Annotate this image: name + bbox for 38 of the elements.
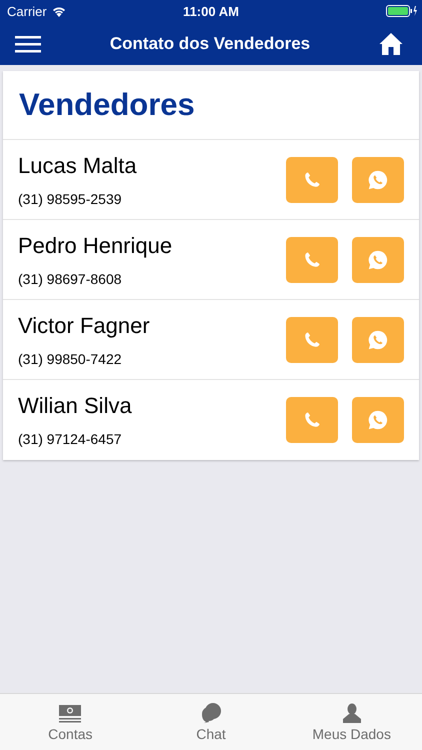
carrier-label: Carrier (7, 4, 47, 18)
call-button[interactable] (286, 397, 338, 443)
seller-name: Victor Fagner (18, 312, 151, 338)
phone-icon (303, 330, 321, 348)
phone-number: (31) 99850-7422 (18, 350, 123, 366)
phone-number: (31) 98595-2539 (18, 190, 123, 206)
call-button[interactable] (286, 156, 338, 202)
phone-number: (31) 98697-8608 (18, 270, 123, 286)
whatsapp-button[interactable] (352, 236, 404, 282)
phone-number: (31) 97124-6457 (18, 431, 123, 447)
menu-icon[interactable] (15, 34, 41, 52)
whatsapp-icon (367, 168, 389, 190)
home-icon[interactable] (379, 32, 403, 56)
whatsapp-button[interactable] (352, 316, 404, 362)
whatsapp-icon (367, 248, 389, 270)
person-icon (342, 702, 362, 722)
whatsapp-icon (367, 409, 389, 431)
battery-icon (386, 5, 418, 17)
seller-name: Pedro Henrique (18, 232, 174, 258)
phone-icon (303, 170, 321, 188)
whatsapp-button[interactable] (352, 156, 404, 202)
phone-icon (303, 250, 321, 268)
whatsapp-icon (367, 328, 389, 350)
phone-icon (303, 411, 321, 429)
chat-bubbles-icon (200, 702, 222, 722)
status-time: 11:00 AM (183, 4, 239, 18)
wifi-icon (52, 6, 66, 16)
tab-bar-item[interactable]: Chat (140, 694, 282, 750)
banknote-icon (58, 702, 82, 722)
call-button[interactable] (286, 236, 338, 282)
tab-bar-item[interactable]: Contas (0, 694, 141, 750)
card-title: Vendedores (3, 71, 419, 140)
screen-title: Contato dos Vendedores (110, 34, 310, 54)
call-button[interactable] (286, 316, 338, 362)
seller-name: Lucas Malta (18, 152, 138, 178)
seller-name: Wilian Silva (18, 393, 133, 419)
tab-bar-item[interactable]: Meus Dados (281, 694, 422, 750)
whatsapp-button[interactable] (352, 397, 404, 443)
